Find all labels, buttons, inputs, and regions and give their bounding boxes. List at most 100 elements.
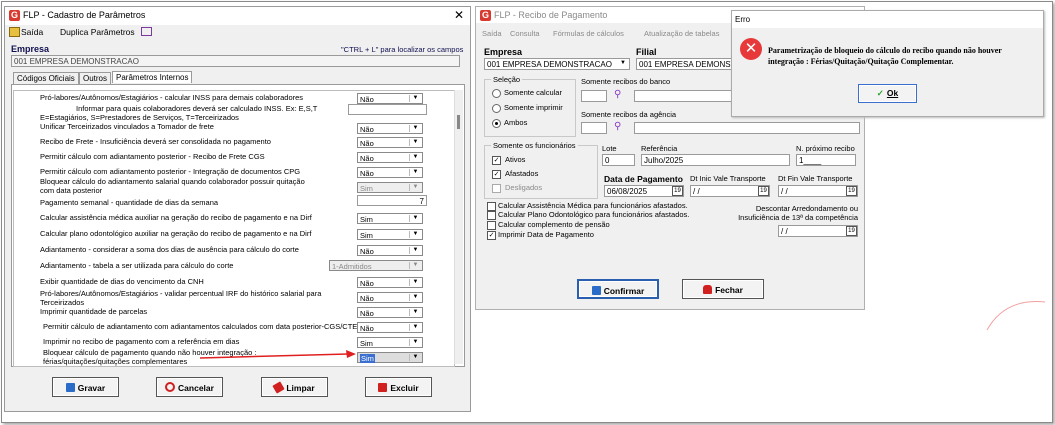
- ok-button[interactable]: ✓ Ok: [858, 84, 917, 103]
- empresa-field[interactable]: 001 EMPRESA DEMONSTRACAO: [11, 55, 460, 67]
- search-icon[interactable]: ⚲: [614, 121, 621, 132]
- param-select[interactable]: Não ▼: [357, 277, 423, 288]
- calendar-icon[interactable]: 19: [846, 226, 857, 236]
- funcionarios-label: Somente os funcionários: [491, 141, 578, 150]
- param-row-label: Informar para quais colaboradores deverá…: [76, 104, 318, 113]
- inss-colaboradores-input[interactable]: [348, 104, 427, 115]
- agencia-input[interactable]: [581, 122, 607, 134]
- checkbox-label: Ativos: [505, 155, 526, 164]
- vertical-scrollbar[interactable]: [454, 90, 463, 364]
- checkbox-ativos[interactable]: ✓: [492, 156, 501, 165]
- descontar-label: Insuficiência de 13ª da competência: [738, 213, 858, 222]
- param-row-label: Pagamento semanal - quantidade de dias d…: [40, 198, 219, 207]
- param-select[interactable]: Sim ▼: [357, 229, 423, 240]
- param-select[interactable]: Não ▼: [357, 307, 423, 318]
- data-pag-label: Data de Pagamento: [604, 174, 683, 184]
- param-row-label: Calcular plano odontológico auxiliar na …: [40, 229, 312, 238]
- excluir-button[interactable]: Excluir: [365, 377, 432, 397]
- param-row-label: Permitir cálculo com adiantamento poster…: [40, 167, 301, 176]
- filial-label: Filial: [636, 47, 657, 57]
- saida-menu[interactable]: Saída: [21, 27, 43, 37]
- nproximo-input[interactable]: 1____: [796, 154, 856, 166]
- error-dialog: Erro ✕ Parametrização de bloqueio do cál…: [731, 10, 1044, 117]
- red-arrow-annotation: [199, 350, 356, 359]
- bloquear-calculo-select[interactable]: Sim ▼: [357, 352, 423, 363]
- calendar-icon[interactable]: 19: [672, 186, 683, 196]
- checkbox-label: Desligados: [505, 183, 543, 192]
- param-row-label: Imprimir no recibo de pagamento com a re…: [43, 337, 240, 346]
- param-select[interactable]: Não ▼: [357, 167, 423, 178]
- param-select[interactable]: Sim ▼: [357, 213, 423, 224]
- option-label: Calcular complemento de pensão: [498, 220, 610, 229]
- checkbox-afastados[interactable]: ✓: [492, 170, 501, 179]
- param-row-label: Calcular assistência médica auxiliar na …: [40, 213, 312, 222]
- scrollbar-thumb[interactable]: [457, 115, 460, 129]
- empresa-label: Empresa: [484, 47, 523, 57]
- radio-somente-calcular[interactable]: [492, 89, 501, 98]
- option-label: Imprimir Data de Pagamento: [498, 230, 594, 239]
- checkbox-desligados[interactable]: [492, 184, 501, 193]
- exit-icon: [9, 27, 20, 37]
- banco-input[interactable]: [581, 90, 607, 102]
- dt-inic-label: Dt Inic Vale Transporte: [690, 174, 766, 183]
- chevron-down-icon: ▼: [620, 60, 626, 66]
- referencia-input[interactable]: Julho/2025: [641, 154, 790, 166]
- param-row-label: Exibir quantidade de dias do vencimento …: [40, 277, 204, 286]
- checkbox-imprimir-data[interactable]: ✓: [487, 231, 496, 240]
- dias-semana-input[interactable]: 7: [357, 195, 427, 206]
- radio-ambos[interactable]: [492, 119, 501, 128]
- search-hint: "CTRL + L" para localizar os campos: [341, 45, 464, 54]
- banco-label: Somente recibos do banco: [581, 77, 671, 86]
- param-row-label: Pró-labores/Autônomos/Estagiários - vali…: [40, 289, 322, 298]
- menu-saida[interactable]: Saída: [482, 29, 502, 38]
- param-select[interactable]: 1-Admitidos ▼: [329, 260, 423, 271]
- calendar-icon[interactable]: 19: [846, 186, 857, 196]
- param-select[interactable]: Não ▼: [357, 123, 423, 134]
- param-select[interactable]: Não ▼: [357, 245, 423, 256]
- tab-outros[interactable]: Outros: [79, 72, 112, 84]
- parametros-window: G FLP - Cadastro de Parâmetros ✕ Saída D…: [4, 6, 471, 412]
- window-title: FLP - Recibo de Pagamento: [494, 10, 608, 20]
- param-select[interactable]: Sim ▼: [357, 337, 423, 348]
- param-row-label: Terceirizados: [40, 298, 85, 307]
- param-row-label: Pró-labores/Autônomos/Estagiários - calc…: [40, 93, 304, 102]
- option-label: Calcular Assistência Médica para funcion…: [498, 201, 688, 210]
- title-bar: G FLP - Cadastro de Parâmetros ✕: [5, 7, 470, 25]
- option-label: Calcular Plano Odontológico para funcion…: [498, 210, 690, 219]
- check-icon: ✓: [876, 88, 884, 98]
- duplica-menu[interactable]: Duplica Parâmetros: [60, 27, 135, 37]
- gravar-button[interactable]: Gravar: [52, 377, 119, 397]
- menu-formulas[interactable]: Fórmulas de cálculos: [553, 29, 624, 38]
- checkbox-assist-medica[interactable]: [487, 202, 496, 211]
- cancelar-button[interactable]: Cancelar: [156, 377, 223, 397]
- checkbox-complemento-pensao[interactable]: [487, 221, 496, 230]
- param-select[interactable]: Não ▼: [357, 152, 423, 163]
- fechar-button[interactable]: Fechar: [682, 279, 764, 299]
- menu-atualizacao[interactable]: Atualização de tabelas: [644, 29, 719, 38]
- param-row-label: Unificar Terceirizados vinculados a Toma…: [40, 122, 214, 131]
- tab-parametros-internos[interactable]: Parâmetros Internos: [112, 71, 193, 83]
- checkbox-plano-odonto[interactable]: [487, 211, 496, 220]
- monitor-icon: [141, 27, 152, 36]
- limpar-button[interactable]: Limpar: [261, 377, 328, 397]
- param-select[interactable]: Não ▼: [357, 137, 423, 148]
- tab-codigos-oficiais[interactable]: Códigos Oficiais: [13, 72, 79, 84]
- empresa-select[interactable]: 001 EMPRESA DEMONSTRACAO: [484, 58, 630, 70]
- agencia-name-field: [634, 122, 860, 134]
- menu-consulta[interactable]: Consulta: [510, 29, 540, 38]
- filial-select[interactable]: 001 EMPRESA DEMONSTRACAO: [636, 58, 736, 70]
- lote-input[interactable]: 0: [602, 154, 635, 166]
- close-button[interactable]: ✕: [454, 8, 464, 22]
- param-select[interactable]: Não ▼: [357, 93, 423, 104]
- calendar-icon[interactable]: 19: [758, 186, 769, 196]
- param-select[interactable]: Não ▼: [357, 292, 423, 303]
- confirmar-button[interactable]: Confirmar: [577, 279, 659, 299]
- search-icon[interactable]: ⚲: [614, 89, 621, 100]
- radio-somente-imprimir[interactable]: [492, 104, 501, 113]
- param-select[interactable]: Sim ▼: [357, 182, 423, 193]
- param-select[interactable]: Não ▼: [357, 322, 423, 333]
- agencia-label: Somente recibos da agência: [581, 110, 677, 119]
- param-row-label: Adiantamento - considerar a soma dos dia…: [40, 245, 299, 254]
- parametros-list[interactable]: Pró-labores/Autônomos/Estagiários - calc…: [13, 90, 455, 367]
- param-row-label: Permitir cálculo de adiantamento com adi…: [43, 322, 358, 331]
